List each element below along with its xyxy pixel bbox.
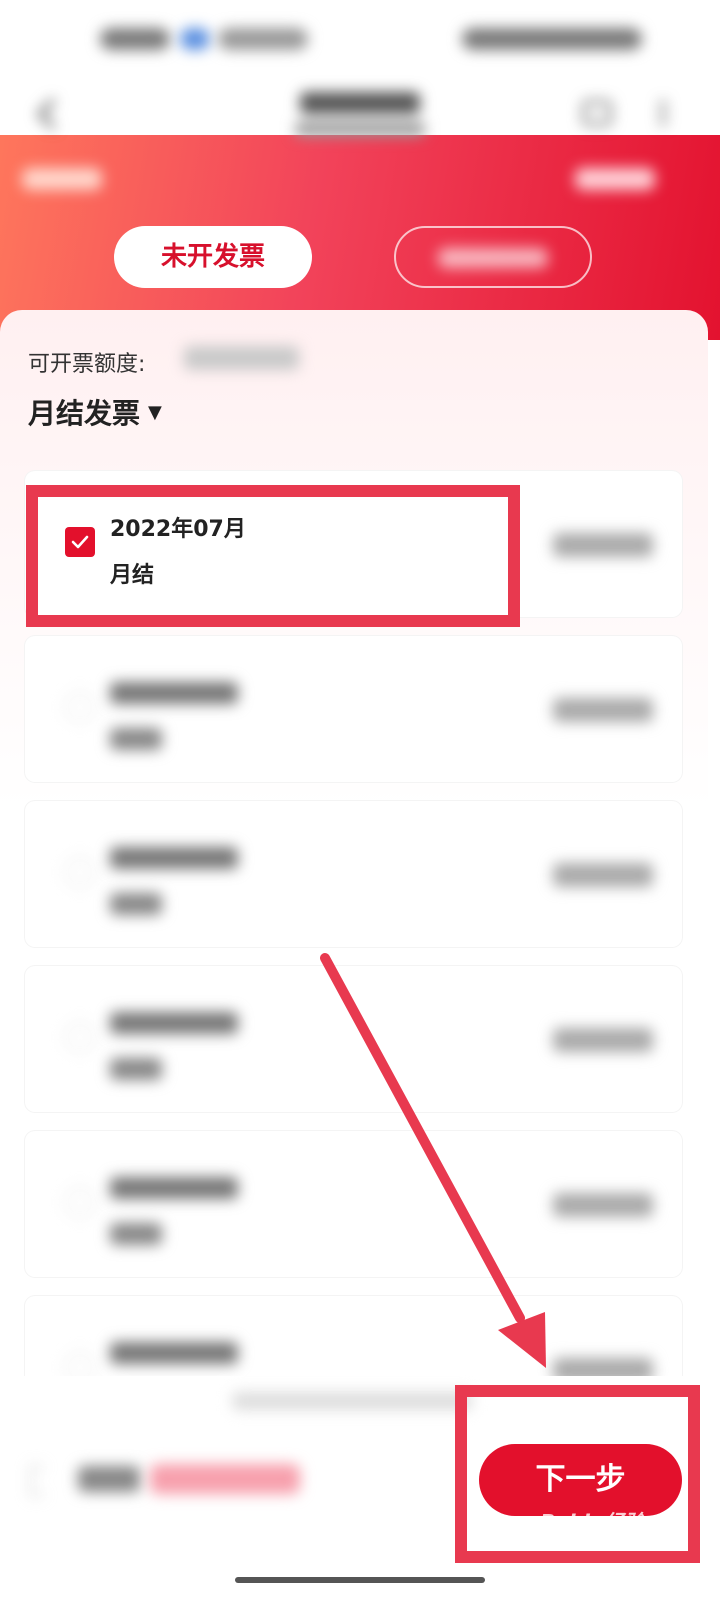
checkbox-icon[interactable] xyxy=(65,1187,95,1217)
invoice-kind xyxy=(110,1223,162,1245)
home-indicator[interactable] xyxy=(235,1577,485,1583)
back-arrow-icon[interactable] xyxy=(28,94,68,134)
checkbox-icon[interactable] xyxy=(65,1022,95,1052)
invoice-amount xyxy=(553,1028,653,1052)
invoice-period xyxy=(110,1177,238,1199)
invoice-period xyxy=(110,682,238,704)
total-label xyxy=(78,1466,140,1492)
navigation-bar xyxy=(0,78,720,148)
invoice-kind xyxy=(110,1058,162,1080)
invoice-type-label: 月结发票 xyxy=(28,397,141,430)
invoice-row[interactable] xyxy=(25,636,682,782)
checkbox-icon[interactable] xyxy=(65,692,95,722)
invoice-type-dropdown[interactable]: 月结发票 ▼ xyxy=(28,392,162,432)
service-icon[interactable] xyxy=(578,94,616,132)
watermark-text: Baidu经验 xyxy=(540,1510,645,1534)
banner-info-right[interactable] xyxy=(575,168,655,190)
invoice-amount xyxy=(553,863,653,887)
invoice-row[interactable] xyxy=(25,1131,682,1277)
invoice-period xyxy=(110,847,238,869)
select-all-checkbox[interactable] xyxy=(30,1466,44,1496)
tab-unissued-invoices[interactable]: 未开发票 xyxy=(114,226,312,288)
total-amount xyxy=(150,1464,300,1494)
checkbox-icon[interactable] xyxy=(65,857,95,887)
dropdown-caret-icon: ▼ xyxy=(148,402,162,423)
page-title xyxy=(290,84,430,144)
invoice-period xyxy=(110,1012,238,1034)
invoice-kind xyxy=(110,893,162,915)
quota-value xyxy=(184,346,299,370)
quota-label: 可开票额度: xyxy=(28,352,146,377)
invoice-row[interactable] xyxy=(25,801,682,947)
more-icon[interactable] xyxy=(648,94,678,132)
status-bar xyxy=(0,28,720,68)
invoice-amount xyxy=(553,533,653,557)
tab-issued-invoices[interactable] xyxy=(394,226,592,288)
invoice-amount xyxy=(553,1193,653,1217)
banner-info-left xyxy=(22,168,102,190)
annotation-highlight-selected-row xyxy=(26,485,520,627)
annotation-highlight-next-button xyxy=(455,1385,700,1563)
invoice-row[interactable] xyxy=(25,966,682,1112)
invoice-period xyxy=(110,1342,238,1364)
invoice-kind xyxy=(110,728,162,750)
invoice-amount xyxy=(553,698,653,722)
bottom-hint-text xyxy=(232,1392,472,1410)
